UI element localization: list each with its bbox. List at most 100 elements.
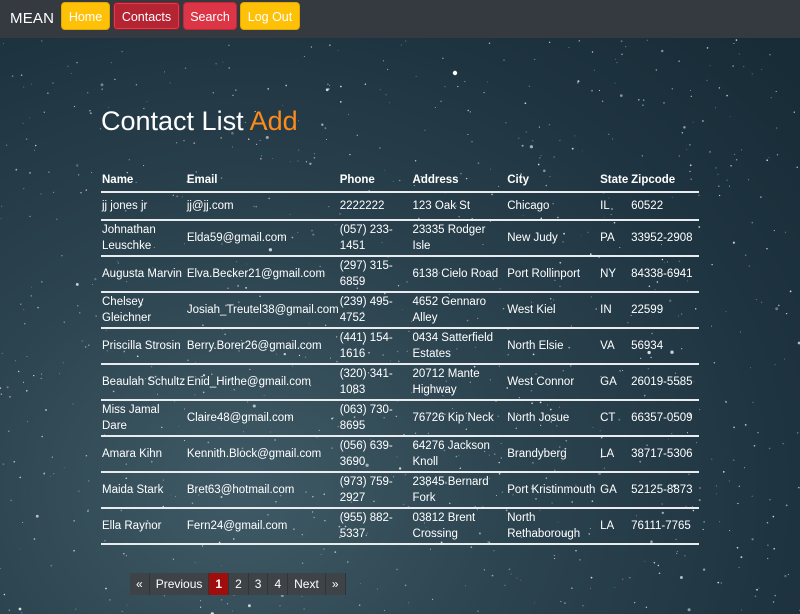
- cell-address: 123 Oak St: [411, 192, 507, 221]
- cell-phone: (057) 233-1451: [338, 220, 412, 257]
- cell-phone: (239) 495-4752: [338, 292, 412, 329]
- cell-city: Port Rollinport: [506, 256, 600, 293]
- cell-email: Berry.Borer26@gmail.com: [185, 328, 339, 365]
- pagination-page-4[interactable]: 4: [268, 573, 289, 595]
- cell-state: PA: [599, 220, 631, 257]
- cell-address: 20712 Mante Highway: [411, 364, 507, 401]
- cell-zipcode: 33952-2908: [630, 220, 699, 257]
- cell-email: Josiah_Treutel38@gmail.com: [185, 292, 339, 329]
- table-row: jj jones jr jj@jj.com 2222222 123 Oak St Chi…: [101, 192, 699, 221]
- main-content: Contact List Add: [101, 105, 701, 137]
- cell-name: Beaulah Schultz: [101, 364, 186, 401]
- column-header-zipcode: Zipcode: [630, 171, 699, 193]
- pagination-last-button[interactable]: »: [325, 573, 346, 595]
- cell-zipcode: 22599: [630, 292, 699, 329]
- table-row: Maida Stark Bret63@hotmail.com (973) 759-2…: [101, 472, 699, 509]
- cell-zipcode: 84338-6941: [630, 256, 699, 293]
- cell-phone: 2222222: [338, 192, 412, 221]
- column-header-address: Address: [411, 171, 507, 193]
- nav-logout-button[interactable]: Log Out: [240, 2, 300, 30]
- cell-state: IN: [599, 292, 631, 329]
- pagination-page-1[interactable]: 1: [209, 573, 230, 595]
- table-row: Amara Kihn Kennith.Block@gmail.com (056) 6…: [101, 436, 699, 473]
- cell-phone: (441) 154-1616: [338, 328, 412, 365]
- cell-city: North Josue: [506, 400, 600, 437]
- cell-phone: (973) 759-2927: [338, 472, 412, 509]
- cell-address: 4652 Gennaro Alley: [411, 292, 507, 329]
- cell-email: Claire48@gmail.com: [185, 400, 339, 437]
- cell-address: 6138 Cielo Road: [411, 256, 507, 293]
- contacts-table: Name Email Phone Address City State Zipc…: [101, 171, 699, 545]
- cell-email: jj@jj.com: [185, 192, 339, 221]
- cell-name: jj jones jr: [101, 192, 186, 221]
- cell-city: Port Kristinmouth: [506, 472, 600, 509]
- cell-city: North Rethaborough: [506, 508, 600, 545]
- cell-zipcode: 38717-5306: [630, 436, 699, 473]
- cell-zipcode: 60522: [630, 192, 699, 221]
- cell-phone: (297) 315-6859: [338, 256, 412, 293]
- cell-state: LA: [599, 508, 631, 545]
- table-row: Ella Raynor Fern24@gmail.com (955) 882-533…: [101, 508, 699, 545]
- nav-search-button[interactable]: Search: [183, 2, 237, 30]
- nav-home-button[interactable]: Home: [61, 2, 110, 30]
- cell-name: Amara Kihn: [101, 436, 186, 473]
- cell-state: VA: [599, 328, 631, 365]
- cell-address: 23335 Rodger Isle: [411, 220, 507, 257]
- cell-state: CT: [599, 400, 631, 437]
- nav-contacts-button[interactable]: Contacts: [113, 2, 180, 30]
- cell-state: IL: [599, 192, 631, 221]
- cell-state: GA: [599, 472, 631, 509]
- cell-address: 64276 Jackson Knoll: [411, 436, 507, 473]
- cell-state: GA: [599, 364, 631, 401]
- cell-email: Elva.Becker21@gmail.com: [185, 256, 339, 293]
- table-row: Beaulah Schultz Enid_Hirthe@gmail.com (320…: [101, 364, 699, 401]
- cell-name: Johnathan Leuschke: [101, 220, 186, 257]
- cell-zipcode: 56934: [630, 328, 699, 365]
- cell-email: Bret63@hotmail.com: [185, 472, 339, 509]
- cell-name: Augusta Marvin: [101, 256, 186, 293]
- cell-city: West Connor: [506, 364, 600, 401]
- cell-phone: (063) 730-8695: [338, 400, 412, 437]
- column-header-phone: Phone: [338, 171, 412, 193]
- pagination-next-button[interactable]: Next: [288, 573, 326, 595]
- cell-name: Maida Stark: [101, 472, 186, 509]
- cell-phone: (056) 639-3690: [338, 436, 412, 473]
- column-header-email: Email: [185, 171, 339, 193]
- pagination: « Previous 1 2 3 4 Next »: [130, 573, 346, 595]
- navbar: MEAN Home Contacts Search Log Out: [0, 0, 800, 38]
- cell-email: Elda59@gmail.com: [185, 220, 339, 257]
- cell-address: 76726 Kip Neck: [411, 400, 507, 437]
- contacts-table-body: jj jones jr jj@jj.com 2222222 123 Oak St Chi…: [101, 192, 699, 545]
- column-header-city: City: [506, 171, 600, 193]
- table-header-row: Name Email Phone Address City State Zipc…: [101, 171, 699, 193]
- cell-email: Kennith.Block@gmail.com: [185, 436, 339, 473]
- pagination-previous-button[interactable]: Previous: [149, 573, 210, 595]
- cell-city: New Judy: [506, 220, 600, 257]
- cell-name: Priscilla Strosin: [101, 328, 186, 365]
- cell-name: Ella Raynor: [101, 508, 186, 545]
- cell-zipcode: 52125-8873: [630, 472, 699, 509]
- cell-city: North Elsie: [506, 328, 600, 365]
- brand-logo[interactable]: MEAN: [10, 10, 54, 27]
- table-row: Augusta Marvin Elva.Becker21@gmail.com (29…: [101, 256, 699, 293]
- cell-state: LA: [599, 436, 631, 473]
- pagination-page-3[interactable]: 3: [248, 573, 269, 595]
- cell-phone: (320) 341-1083: [338, 364, 412, 401]
- cell-zipcode: 26019-5585: [630, 364, 699, 401]
- cell-address: 23845 Bernard Fork: [411, 472, 507, 509]
- cell-email: Enid_Hirthe@gmail.com: [185, 364, 339, 401]
- pagination-first-button[interactable]: «: [130, 573, 150, 595]
- cell-phone: (955) 882-5337: [338, 508, 412, 545]
- cell-city: West Kiel: [506, 292, 600, 329]
- table-row: Priscilla Strosin Berry.Borer26@gmail.com…: [101, 328, 699, 365]
- add-contact-link[interactable]: Add: [250, 106, 298, 136]
- page-title: Contact List Add: [101, 105, 701, 137]
- cell-zipcode: 76111-7765: [630, 508, 699, 545]
- cell-address: 03812 Brent Crossing: [411, 508, 507, 545]
- column-header-state: State: [599, 171, 631, 193]
- pagination-page-2[interactable]: 2: [229, 573, 249, 595]
- table-row: Miss Jamal Dare Claire48@gmail.com (063) 7…: [101, 400, 699, 437]
- cell-state: NY: [599, 256, 631, 293]
- cell-address: 0434 Satterfield Estates: [411, 328, 507, 365]
- table-row: Chelsey Gleichner Josiah_Treutel38@gmail.…: [101, 292, 699, 329]
